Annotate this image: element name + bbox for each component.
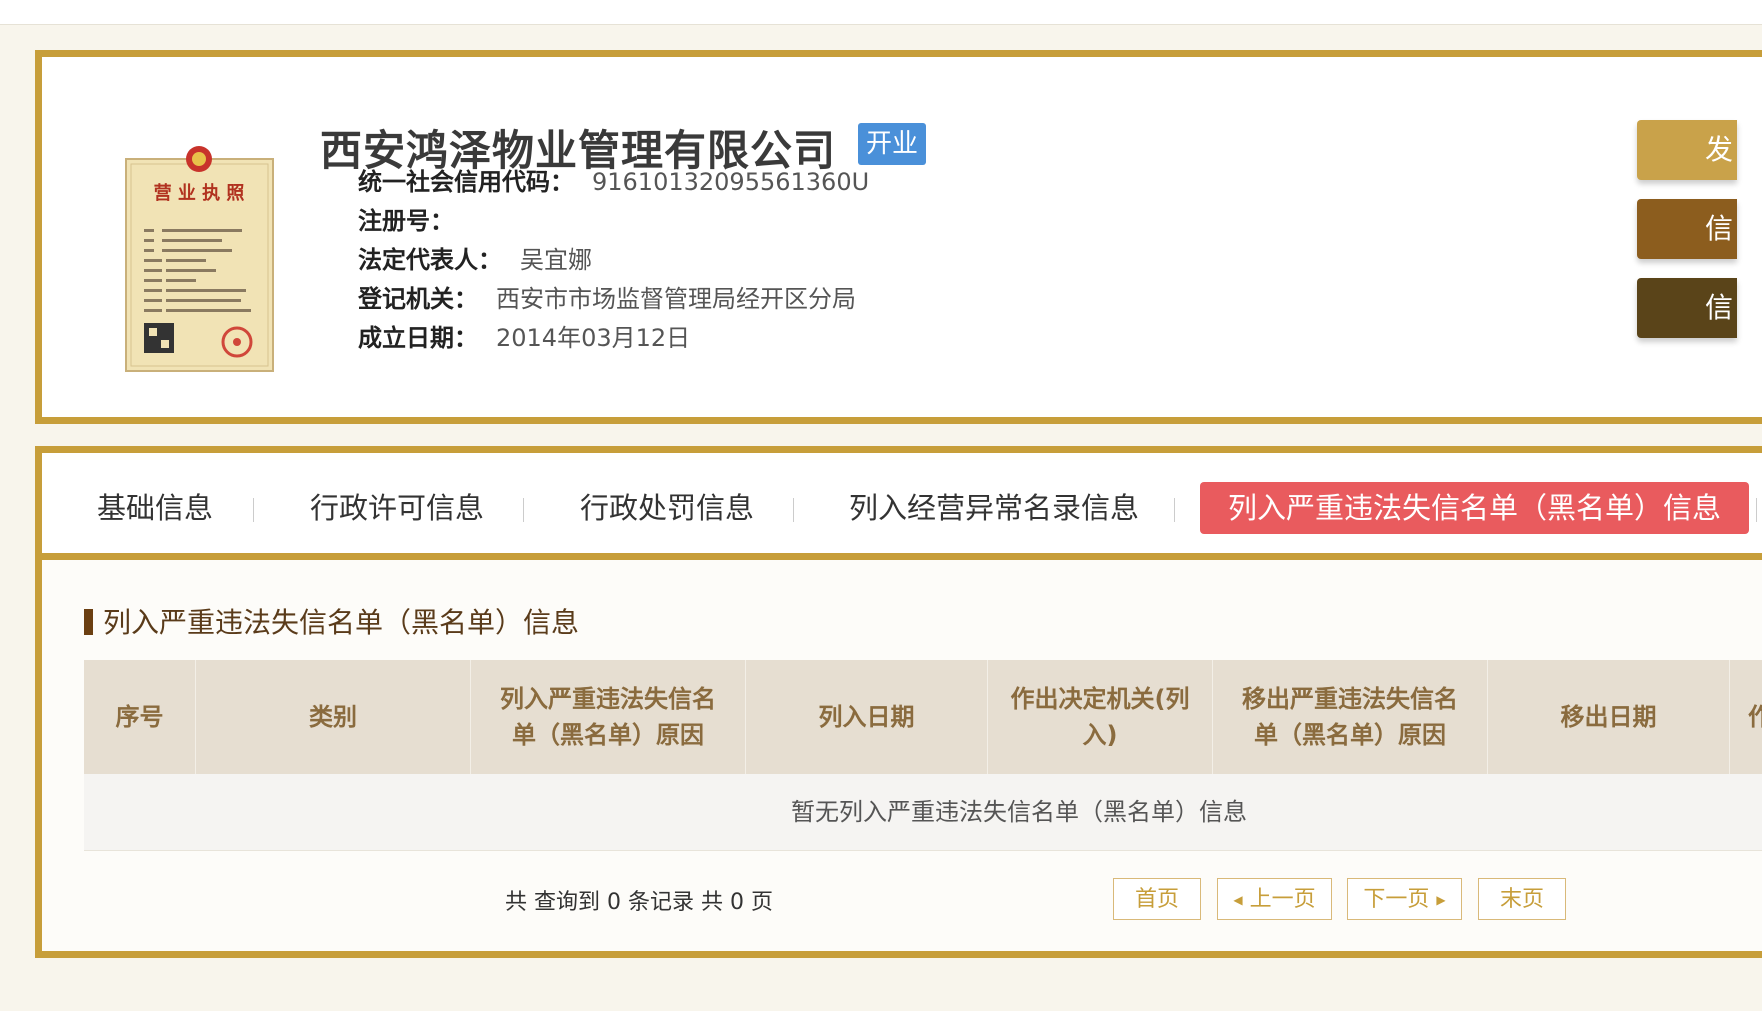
- tab-admin-penalty[interactable]: 行政处罚信息: [580, 482, 754, 534]
- registration-number-row: 注册号：: [358, 201, 472, 236]
- section-title-text: 列入严重违法失信名单（黑名单）信息: [103, 606, 580, 639]
- tab-divider: [793, 498, 794, 522]
- side-button-1[interactable]: 发: [1637, 120, 1737, 180]
- column-header-text: 入): [1082, 721, 1118, 749]
- column-header-text: 作出决定机关(列: [1010, 685, 1190, 713]
- legal-representative-value: 吴宜娜: [520, 246, 592, 274]
- side-button-3[interactable]: 信: [1637, 278, 1737, 338]
- tab-divider: [253, 498, 254, 522]
- section-title: 列入严重违法失信名单（黑名单）信息: [84, 601, 579, 641]
- column-header-removal-date: 移出日期: [1488, 660, 1730, 774]
- registration-authority-label: 登记机关：: [358, 285, 478, 313]
- caret-left-icon: ◀: [1233, 893, 1243, 907]
- column-header-index: 序号: [84, 660, 196, 774]
- credit-code-label: 统一社会信用代码：: [358, 168, 574, 196]
- establishment-date-row: 成立日期： 2014年03月12日: [358, 318, 690, 353]
- next-page-button[interactable]: 下一页 ▶: [1347, 878, 1462, 920]
- column-header-listing-reason: 列入严重违法失信名 单（黑名单）原因: [471, 660, 746, 774]
- last-page-button[interactable]: 末页: [1478, 878, 1566, 920]
- column-header-listing-date: 列入日期: [746, 660, 988, 774]
- first-page-button[interactable]: 首页: [1113, 878, 1201, 920]
- legal-representative-row: 法定代表人： 吴宜娜: [358, 240, 592, 275]
- tab-basic-info[interactable]: 基础信息: [97, 482, 213, 534]
- detail-panel: 基础信息 行政许可信息 行政处罚信息 列入经营异常名录信息 列入严重违法失信名单…: [35, 446, 1762, 958]
- column-header-text: 列入日期: [818, 703, 915, 731]
- section-title-marker: [84, 609, 93, 635]
- registration-authority-value: 西安市市场监督管理局经开区分局: [496, 285, 856, 313]
- license-title: 营 业 执 照: [154, 182, 245, 204]
- registration-authority-row: 登记机关： 西安市市场监督管理局经开区分局: [358, 279, 856, 314]
- tab-divider: [1174, 498, 1175, 522]
- credit-code-value: 91610132095561360U: [592, 168, 870, 196]
- table-header: 序号 类别 列入严重违法失信名 单（黑名单）原因 列入日期 作出决定机关(列 入) …: [84, 660, 1762, 774]
- prev-page-label: 上一页: [1249, 887, 1316, 912]
- tab-divider: [1756, 498, 1757, 522]
- caret-right-icon: ▶: [1436, 893, 1446, 907]
- tab-admin-license[interactable]: 行政许可信息: [310, 482, 484, 534]
- establishment-date-label: 成立日期：: [358, 324, 478, 352]
- column-header-text: 列入严重违法失信名: [500, 685, 716, 713]
- next-page-label: 下一页: [1363, 887, 1430, 912]
- empty-table-row: 暂无列入严重违法失信名单（黑名单）信息: [84, 774, 1762, 851]
- column-header-text: 单（黑名单）原因: [512, 721, 704, 749]
- side-button-2[interactable]: 信: [1637, 199, 1737, 259]
- top-bar: [0, 0, 1762, 25]
- establishment-date-value: 2014年03月12日: [496, 324, 691, 352]
- column-header-text: 单（黑名单）原因: [1254, 721, 1446, 749]
- column-header-text: 作: [1748, 703, 1762, 731]
- column-header-removal-reason: 移出严重违法失信名 单（黑名单）原因: [1213, 660, 1488, 774]
- tab-divider: [523, 498, 524, 522]
- tab-abnormal-operation[interactable]: 列入经营异常名录信息: [849, 482, 1139, 534]
- prev-page-button[interactable]: ◀ 上一页: [1217, 878, 1332, 920]
- registration-number-label: 注册号：: [358, 207, 454, 235]
- tab-bar: 基础信息 行政许可信息 行政处罚信息 列入经营异常名录信息 列入严重违法失信名单…: [42, 453, 1762, 560]
- credit-code-row: 统一社会信用代码： 91610132095561360U: [358, 162, 869, 197]
- column-header-truncated: 作: [1730, 660, 1762, 774]
- column-header-deciding-authority: 作出决定机关(列 入): [988, 660, 1213, 774]
- company-card: 营 业 执 照 西安鸿泽物业管理有限公司 开业 统一社会信用代码： 9161013…: [35, 50, 1762, 424]
- column-header-text: 序号: [115, 703, 164, 731]
- column-header-text: 移出严重违法失信名: [1242, 685, 1458, 713]
- status-badge: 开业: [858, 123, 927, 165]
- tab-blacklist[interactable]: 列入严重违法失信名单（黑名单）信息: [1200, 482, 1750, 534]
- column-header-text: 类别: [309, 703, 357, 731]
- empty-table-message: 暂无列入严重违法失信名单（黑名单）信息: [791, 798, 1247, 826]
- business-license-image[interactable]: 营 业 执 照: [122, 137, 277, 378]
- pagination-summary: 共 查询到 0 条记录 共 0 页: [505, 890, 773, 915]
- column-header-category: 类别: [196, 660, 471, 774]
- legal-representative-label: 法定代表人：: [358, 246, 502, 274]
- column-header-text: 移出日期: [1560, 703, 1657, 731]
